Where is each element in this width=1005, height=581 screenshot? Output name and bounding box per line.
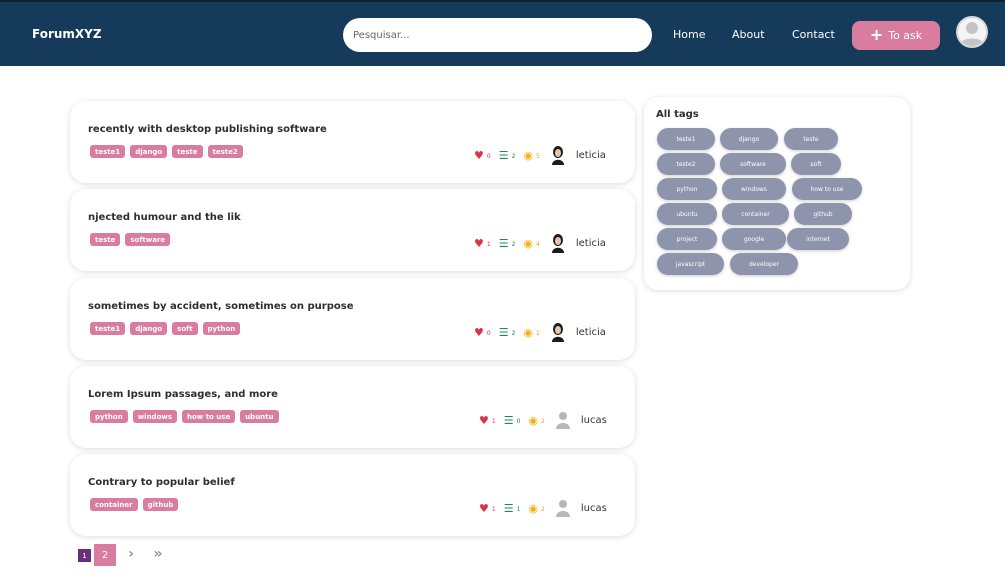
question-tag[interactable]: python <box>90 410 128 423</box>
question-tag[interactable]: teste <box>90 233 121 246</box>
user-avatar-icon[interactable] <box>956 16 988 48</box>
ask-question-button[interactable]: + To ask <box>852 21 940 50</box>
like-count: 0 <box>486 153 491 160</box>
double-chevron-right-icon[interactable]: » <box>149 544 167 564</box>
nav-home-link[interactable]: Home <box>673 28 705 41</box>
heart-icon[interactable]: ♥ <box>479 415 489 426</box>
default-user-icon <box>555 412 570 429</box>
author-name[interactable]: leticia <box>576 150 606 161</box>
like-count: 1 <box>486 241 491 248</box>
page-2-button[interactable]: 2 <box>94 544 116 566</box>
heart-icon[interactable]: ♥ <box>474 238 484 249</box>
view-count: 4 <box>536 241 540 248</box>
question-card[interactable]: Contrary to popular belief container git… <box>70 454 635 536</box>
answer-count: 2 <box>511 153 516 160</box>
list-icon: ☰ <box>503 413 514 427</box>
brand-logo[interactable]: ForumXYZ <box>32 27 102 41</box>
heart-icon[interactable]: ♥ <box>474 327 484 338</box>
sidebar-tag[interactable]: ubuntu <box>657 203 717 225</box>
sidebar-tag[interactable]: soft <box>791 153 841 175</box>
question-tag[interactable]: teste <box>172 145 203 158</box>
sidebar-tag[interactable]: github <box>794 203 852 225</box>
sidebar-tag[interactable]: windows <box>722 178 786 200</box>
sidebar-tag[interactable]: google <box>722 228 786 250</box>
question-title[interactable]: njected humour and the lik <box>88 212 241 223</box>
all-tags-title: All tags <box>656 109 699 120</box>
author-photo-icon <box>551 234 564 253</box>
eye-icon: ◉ <box>528 413 539 427</box>
eye-icon: ◉ <box>523 148 534 162</box>
sidebar-tag[interactable]: project <box>657 228 717 250</box>
question-card[interactable]: sometimes by accident, sometimes on purp… <box>70 278 635 360</box>
question-tag[interactable]: django <box>130 145 168 158</box>
answer-count: 2 <box>511 241 516 248</box>
sidebar-tag[interactable]: teste2 <box>657 153 715 175</box>
sidebar-tag[interactable]: software <box>720 153 786 175</box>
sidebar-tag[interactable]: python <box>657 178 717 200</box>
question-tag[interactable]: teste1 <box>90 145 126 158</box>
list-icon: ☰ <box>498 148 509 162</box>
heart-icon[interactable]: ♥ <box>479 503 489 514</box>
view-count: 2 <box>541 418 545 425</box>
question-tag[interactable]: ubuntu <box>240 410 279 423</box>
all-tags-panel: All tags teste1 django teste teste2 soft… <box>644 97 910 290</box>
question-tag[interactable]: teste2 <box>207 145 243 158</box>
sidebar-tag[interactable]: django <box>720 128 778 150</box>
like-count: 1 <box>491 418 496 425</box>
question-tag[interactable]: how to use <box>182 410 236 423</box>
author-photo-icon <box>551 323 564 342</box>
search-input[interactable] <box>343 18 652 52</box>
like-count: 0 <box>486 330 491 337</box>
sidebar-tag[interactable]: internet <box>787 228 849 250</box>
answer-count: 2 <box>511 330 516 337</box>
author-photo-icon <box>551 146 564 165</box>
question-card[interactable]: njected humour and the lik teste softwar… <box>70 189 635 271</box>
nav-about-link[interactable]: About <box>732 28 765 41</box>
plus-icon: + <box>869 24 884 44</box>
question-tag[interactable]: django <box>130 322 168 335</box>
list-icon: ☰ <box>498 236 509 250</box>
author-name[interactable]: lucas <box>581 503 607 514</box>
nav-contact-link[interactable]: Contact <box>792 28 835 41</box>
question-card[interactable]: recently with desktop publishing softwar… <box>70 101 635 183</box>
page-1-button[interactable]: 1 <box>78 549 91 562</box>
top-navbar: ForumXYZ Home About Contact + To ask <box>0 0 1005 66</box>
chevron-right-icon[interactable]: › <box>124 544 138 564</box>
like-count: 1 <box>491 506 496 513</box>
sidebar-tag[interactable]: developer <box>730 253 798 275</box>
question-tag[interactable]: python <box>202 322 241 335</box>
answer-count: 0 <box>516 418 521 425</box>
list-icon: ☰ <box>498 325 509 339</box>
sidebar-tag[interactable]: javascript <box>657 253 724 275</box>
question-title[interactable]: recently with desktop publishing softwar… <box>88 124 327 135</box>
question-tag[interactable]: github <box>142 498 179 511</box>
view-count: 5 <box>536 153 540 160</box>
sidebar-tag[interactable]: container <box>722 203 789 225</box>
author-name[interactable]: leticia <box>576 238 606 249</box>
eye-icon: ◉ <box>523 325 534 339</box>
heart-icon[interactable]: ♥ <box>474 150 484 161</box>
question-title[interactable]: Contrary to popular belief <box>88 477 235 488</box>
question-title[interactable]: Lorem Ipsum passages, and more <box>88 389 278 400</box>
sidebar-tag[interactable]: how to use <box>792 178 862 200</box>
question-card[interactable]: Lorem Ipsum passages, and more python wi… <box>70 366 635 448</box>
view-count: 2 <box>541 506 545 513</box>
question-tag[interactable]: software <box>125 233 171 246</box>
sidebar-tag[interactable]: teste <box>784 128 838 150</box>
default-user-icon <box>555 500 570 517</box>
author-name[interactable]: lucas <box>581 415 607 426</box>
ask-button-label: To ask <box>888 29 923 42</box>
question-tag[interactable]: windows <box>132 410 178 423</box>
answer-count: 1 <box>516 506 521 513</box>
question-tag[interactable]: soft <box>172 322 198 335</box>
author-name[interactable]: leticia <box>576 327 606 338</box>
sidebar-tag[interactable]: teste1 <box>657 128 715 150</box>
eye-icon: ◉ <box>528 501 539 515</box>
view-count: 1 <box>536 330 540 337</box>
question-tag[interactable]: container <box>90 498 138 511</box>
question-tag[interactable]: teste1 <box>90 322 126 335</box>
eye-icon: ◉ <box>523 236 534 250</box>
question-title[interactable]: sometimes by accident, sometimes on purp… <box>88 301 354 312</box>
list-icon: ☰ <box>503 501 514 515</box>
